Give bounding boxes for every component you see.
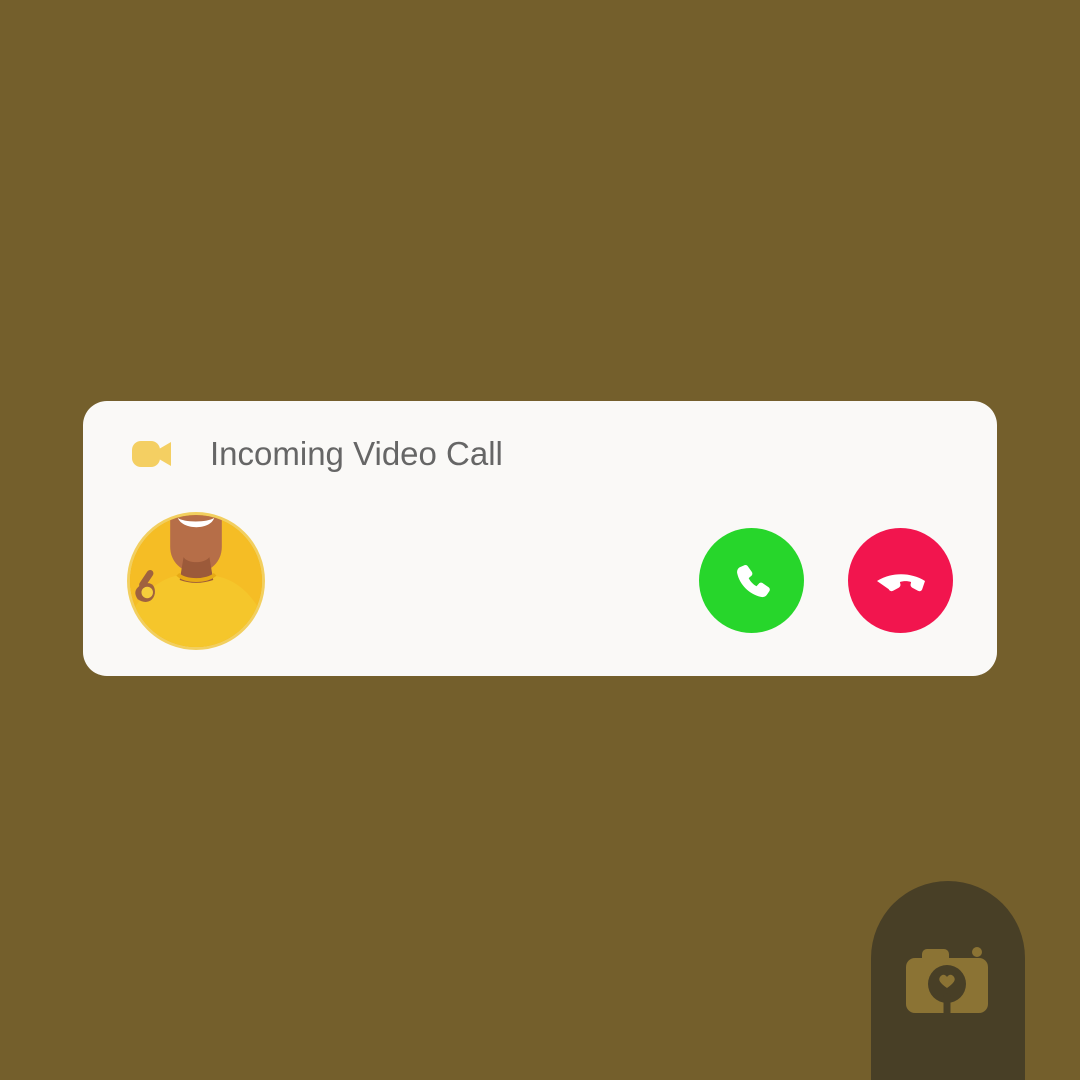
call-title: Incoming Video Call [210,435,503,472]
accept-call-button[interactable] [699,528,804,633]
phone-icon [736,564,770,597]
camera-logo-icon [900,942,994,1021]
caller-avatar [127,512,265,650]
phone-hangup-icon [876,573,925,591]
decline-call-button[interactable] [848,528,953,633]
video-camera-icon [131,438,173,470]
